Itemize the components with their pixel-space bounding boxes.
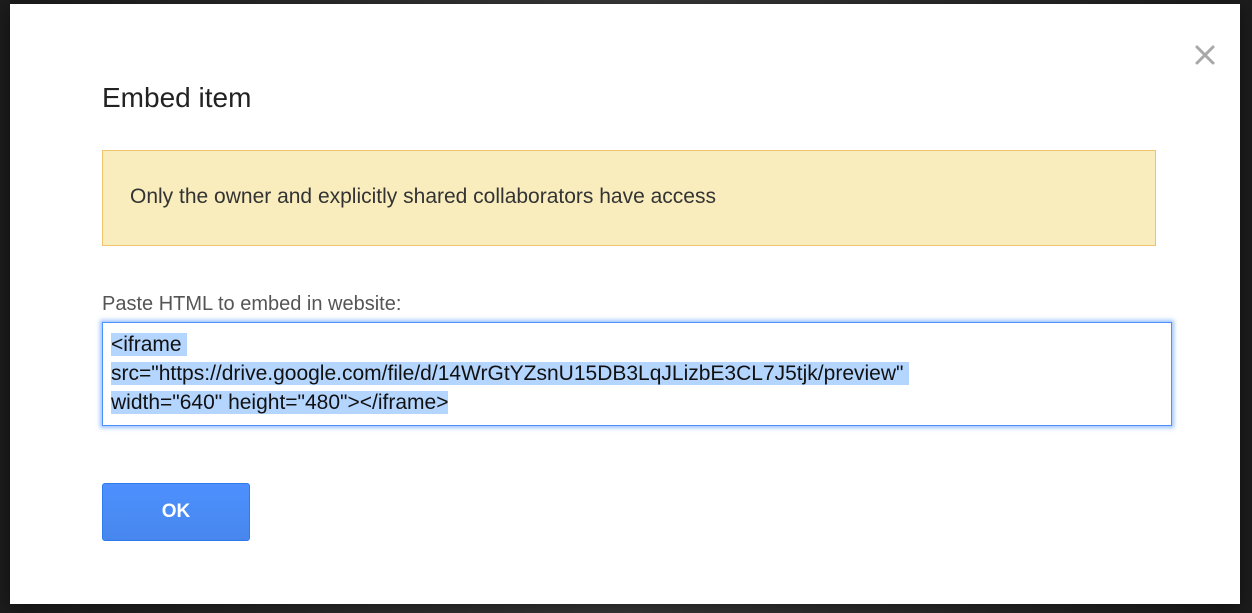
close-button[interactable] [1192, 42, 1218, 68]
embed-code-line-3: width="640" height="480"></iframe> [111, 391, 449, 414]
close-icon [1195, 45, 1215, 65]
embed-code-line-2: src="https://drive.google.com/file/d/14W… [111, 362, 910, 385]
embed-code-field[interactable]: <iframe src="https://drive.google.com/fi… [102, 322, 1172, 426]
dialog-title: Embed item [102, 82, 252, 113]
embed-label: Paste HTML to embed in website: [102, 293, 402, 315]
access-notice: Only the owner and explicitly shared col… [102, 150, 1156, 246]
ok-button[interactable]: OK [102, 483, 250, 541]
embed-code-line-1: <iframe [111, 333, 188, 356]
access-notice-text: Only the owner and explicitly shared col… [130, 185, 716, 208]
embed-dialog: Embed item Only the owner and explicitly… [10, 4, 1240, 604]
